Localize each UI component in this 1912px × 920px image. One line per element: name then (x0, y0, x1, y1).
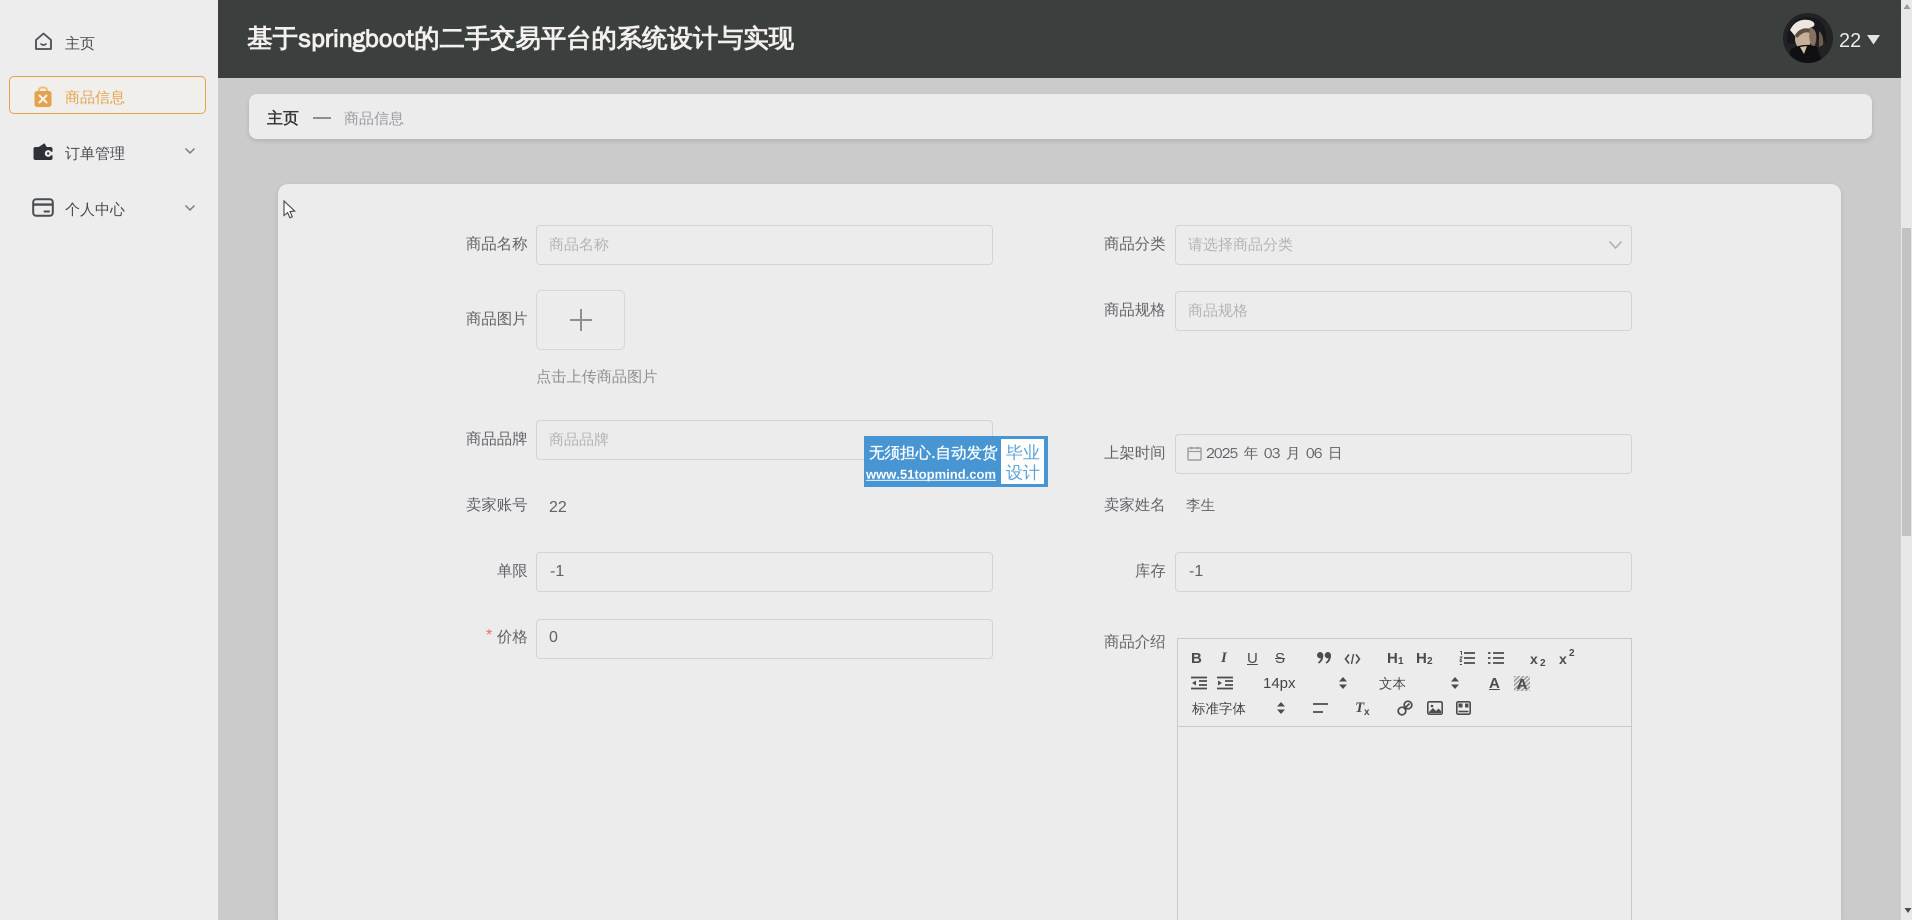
svg-text:A: A (1517, 676, 1528, 691)
